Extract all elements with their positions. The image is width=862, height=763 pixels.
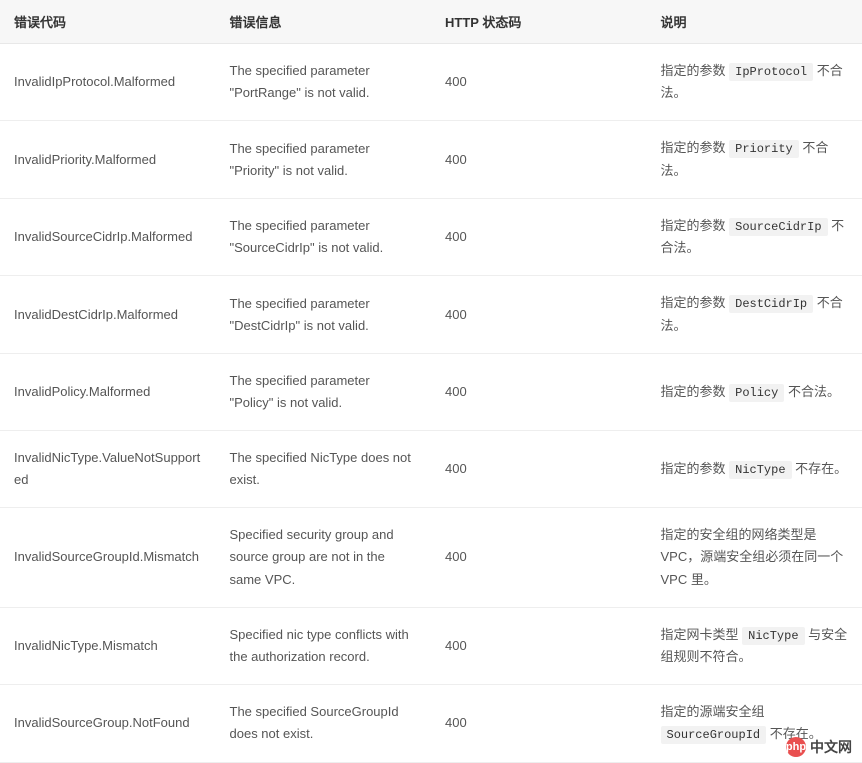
cell-error-code: InvalidSourceGroup.NotFound [0,685,216,762]
site-logo: php 中文网 [786,737,852,757]
cell-error-code: InvalidPriority.Malformed [0,121,216,198]
cell-error-code: InvalidIpProtocol.Malformed [0,44,216,121]
desc-code: Policy [729,384,784,402]
desc-code: SourceCidrIp [729,218,827,236]
cell-description: 指定的参数 IpProtocol 不合法。 [647,44,862,121]
desc-code: IpProtocol [729,63,813,81]
cell-error-message: The specified parameter "PortRange" is n… [216,44,432,121]
cell-description: 指定的参数 NicType 不存在。 [647,431,862,508]
cell-http-status: 400 [431,44,647,121]
table-row: InvalidIpProtocol.MalformedThe specified… [0,44,862,121]
desc-text: 指定的安全组的网络类型是 VPC，源端安全组必须在同一个 VPC 里。 [661,527,844,586]
desc-text: 指定的参数 [661,218,730,233]
cell-description: 指定的参数 SourceCidrIp 不合法。 [647,198,862,275]
desc-text: 不合法。 [784,384,840,399]
table-row: InvalidNicType.MismatchSpecified nic typ… [0,607,862,684]
desc-code: NicType [729,461,791,479]
desc-text: 指定的参数 [661,461,730,476]
desc-text: 指定的参数 [661,384,730,399]
error-codes-table: 错误代码 错误信息 HTTP 状态码 说明 InvalidIpProtocol.… [0,0,862,763]
cell-description: 指定网卡类型 NicType 与安全组规则不符合。 [647,607,862,684]
cell-description: 指定的参数 Policy 不合法。 [647,353,862,430]
header-message: 错误信息 [216,0,432,44]
cell-error-message: Specified nic type conflicts with the au… [216,607,432,684]
cell-error-message: The specified SourceGroupId does not exi… [216,685,432,762]
php-logo-icon: php [786,737,806,757]
cell-error-code: InvalidDestCidrIp.Malformed [0,276,216,353]
cell-error-message: The specified parameter "Policy" is not … [216,353,432,430]
header-desc: 说明 [647,0,862,44]
desc-text: 不存在。 [792,461,848,476]
cell-http-status: 400 [431,353,647,430]
cell-http-status: 400 [431,508,647,607]
cell-error-message: The specified parameter "Priority" is no… [216,121,432,198]
desc-text: 指定网卡类型 [661,627,743,642]
cell-description: 指定的参数 DestCidrIp 不合法。 [647,276,862,353]
cell-error-code: InvalidNicType.Mismatch [0,607,216,684]
desc-code: DestCidrIp [729,295,813,313]
table-row: InvalidSourceGroup.NotFoundThe specified… [0,685,862,762]
cell-description: 指定的参数 Priority 不合法。 [647,121,862,198]
cell-error-message: Specified security group and source grou… [216,508,432,607]
header-code: 错误代码 [0,0,216,44]
cell-error-code: InvalidPolicy.Malformed [0,353,216,430]
cell-error-code: InvalidSourceCidrIp.Malformed [0,198,216,275]
cell-http-status: 400 [431,607,647,684]
cell-error-message: The specified parameter "DestCidrIp" is … [216,276,432,353]
header-http: HTTP 状态码 [431,0,647,44]
desc-text: 指定的参数 [661,63,730,78]
desc-code: Priority [729,140,799,158]
table-row: InvalidNicType.ValueNotSupportedThe spec… [0,431,862,508]
desc-text: 指定的参数 [661,295,730,310]
desc-text: 指定的源端安全组 [661,704,765,719]
table-row: InvalidDestCidrIp.MalformedThe specified… [0,276,862,353]
desc-code: SourceGroupId [661,726,767,744]
cell-http-status: 400 [431,121,647,198]
cell-http-status: 400 [431,198,647,275]
cell-error-message: The specified parameter "SourceCidrIp" i… [216,198,432,275]
desc-text: 指定的参数 [661,140,730,155]
desc-code: NicType [742,627,804,645]
cell-http-status: 400 [431,276,647,353]
site-logo-text: 中文网 [810,737,852,757]
table-row: InvalidSourceCidrIp.MalformedThe specifi… [0,198,862,275]
cell-error-code: InvalidSourceGroupId.Mismatch [0,508,216,607]
table-header-row: 错误代码 错误信息 HTTP 状态码 说明 [0,0,862,44]
cell-error-code: InvalidNicType.ValueNotSupported [0,431,216,508]
cell-http-status: 400 [431,431,647,508]
cell-http-status: 400 [431,685,647,762]
table-row: InvalidPolicy.MalformedThe specified par… [0,353,862,430]
cell-error-message: The specified NicType does not exist. [216,431,432,508]
table-row: InvalidSourceGroupId.MismatchSpecified s… [0,508,862,607]
table-row: InvalidPriority.MalformedThe specified p… [0,121,862,198]
cell-description: 指定的安全组的网络类型是 VPC，源端安全组必须在同一个 VPC 里。 [647,508,862,607]
